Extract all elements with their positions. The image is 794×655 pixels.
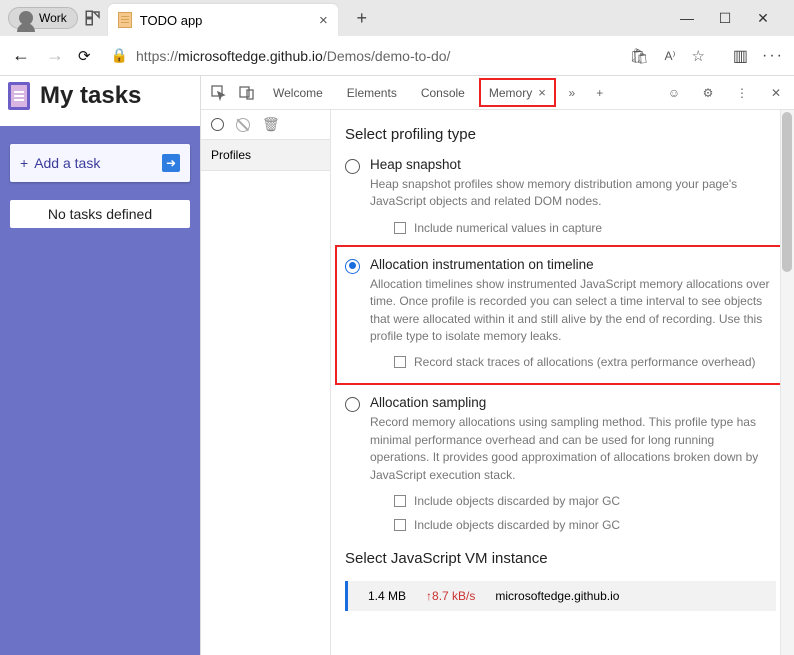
add-panel-icon[interactable]: + [588, 81, 612, 105]
browser-tab[interactable]: TODO app × [108, 4, 338, 36]
alloc-sampling-desc: Record memory allocations using sampling… [370, 414, 776, 484]
collections-icon[interactable]: ▥ [733, 46, 748, 66]
radio-allocation-timeline[interactable] [345, 259, 360, 274]
record-button[interactable] [211, 118, 224, 131]
issues-icon[interactable]: ☺ [662, 81, 686, 105]
close-devtools-icon[interactable]: ✕ [764, 81, 788, 105]
submit-task-icon[interactable]: ➜ [162, 154, 180, 172]
vm-delta: ↑8.7 kB/s [426, 589, 475, 603]
read-aloud-icon[interactable]: A⁾ [664, 49, 675, 63]
workspaces-icon[interactable] [84, 9, 102, 27]
empty-state-text: No tasks defined [10, 200, 190, 228]
page-favicon-icon [118, 12, 132, 28]
back-button[interactable]: ← [10, 45, 32, 66]
major-gc-label: Include objects discarded by major GC [414, 494, 620, 508]
alloc-timeline-desc: Allocation timelines show instrumented J… [370, 276, 774, 346]
scrollbar[interactable] [780, 110, 794, 655]
radio-heap-snapshot[interactable] [345, 159, 360, 174]
url-text: https://microsoftedge.github.io/Demos/de… [136, 48, 450, 64]
tab-elements[interactable]: Elements [337, 79, 407, 107]
close-window-button[interactable]: ✕ [754, 10, 772, 27]
device-toggle-icon[interactable] [235, 81, 259, 105]
tab-memory[interactable]: Memory × [479, 78, 556, 107]
radio-allocation-sampling[interactable] [345, 397, 360, 412]
close-memory-tab-icon[interactable]: × [538, 85, 546, 100]
vm-size: 1.4 MB [368, 589, 406, 603]
add-task-input[interactable]: + Add a task ➜ [10, 144, 190, 182]
tab-welcome[interactable]: Welcome [263, 79, 333, 107]
minor-gc-label: Include objects discarded by minor GC [414, 518, 620, 532]
work-profile-button[interactable]: Work [8, 7, 78, 29]
vm-host: microsoftedge.github.io [495, 589, 619, 603]
checkbox-major-gc[interactable] [394, 495, 406, 507]
devtools-menu-icon[interactable]: ⋮ [730, 81, 754, 105]
devtools-panel: Welcome Elements Console Memory × » + ☺ … [200, 76, 794, 655]
lock-icon: 🔒 [111, 47, 128, 64]
settings-icon[interactable]: ⚙ [696, 81, 720, 105]
add-task-label: Add a task [34, 155, 100, 171]
add-task-plus: + [20, 155, 28, 171]
minimize-button[interactable]: — [678, 10, 696, 27]
heap-snapshot-title: Heap snapshot [370, 157, 776, 172]
delete-icon[interactable]: 🗑 [262, 116, 280, 133]
clipboard-icon [8, 82, 30, 110]
maximize-button[interactable]: ☐ [716, 10, 734, 27]
tab-console[interactable]: Console [411, 79, 475, 107]
close-tab-icon[interactable]: × [319, 12, 328, 29]
forward-button[interactable]: → [44, 45, 66, 66]
checkbox-minor-gc[interactable] [394, 519, 406, 531]
alloc-timeline-check-label: Record stack traces of allocations (extr… [414, 355, 756, 369]
vm-heading: Select JavaScript VM instance [345, 550, 776, 567]
profiles-heading: Profiles [201, 140, 330, 171]
heap-snapshot-desc: Heap snapshot profiles show memory distr… [370, 176, 776, 211]
address-bar[interactable]: 🔒 https://microsoftedge.github.io/Demos/… [103, 43, 618, 68]
work-label: Work [39, 11, 67, 25]
more-tabs-icon[interactable]: » [560, 81, 584, 105]
more-menu-icon[interactable]: ··· [762, 47, 784, 65]
heap-check-label: Include numerical values in capture [414, 221, 602, 235]
tab-title: TODO app [140, 13, 203, 28]
checkbox-record-stacks[interactable] [394, 356, 406, 368]
page-title: My tasks [40, 82, 141, 110]
new-tab-button[interactable]: + [348, 4, 376, 32]
inspect-icon[interactable] [207, 81, 231, 105]
refresh-button[interactable]: ⟳ [78, 47, 91, 65]
person-icon [19, 11, 33, 25]
favorite-icon[interactable]: ☆ [691, 47, 704, 65]
profiling-type-heading: Select profiling type [345, 126, 776, 143]
page-viewport: My tasks + Add a task ➜ No tasks defined [0, 76, 200, 655]
clear-button[interactable] [236, 118, 250, 132]
checkbox-heap-numerical[interactable] [394, 222, 406, 234]
shopping-icon[interactable]: 🛍 [629, 47, 648, 65]
alloc-sampling-title: Allocation sampling [370, 395, 776, 410]
alloc-timeline-title: Allocation instrumentation on timeline [370, 257, 774, 272]
vm-instance-row[interactable]: 1.4 MB ↑8.7 kB/s microsoftedge.github.io [345, 581, 776, 611]
